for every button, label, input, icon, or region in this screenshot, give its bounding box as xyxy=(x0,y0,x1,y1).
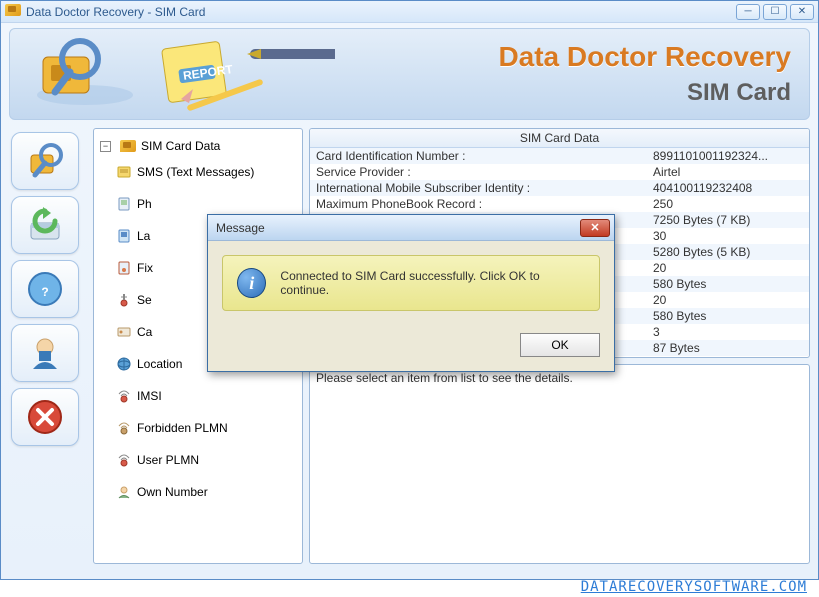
dialog-actions: OK xyxy=(208,325,614,371)
tree-item-label: Location xyxy=(137,357,182,371)
table-value: 250 xyxy=(653,197,803,211)
message-box: i Connected to SIM Card successfully. Cl… xyxy=(222,255,600,311)
brand-subtitle: SIM Card xyxy=(687,79,791,107)
sidebar: ? xyxy=(9,128,87,564)
table-value: Airtel xyxy=(653,165,803,179)
table-value: 3 xyxy=(653,325,803,339)
tree-item-label: Ca xyxy=(137,325,152,339)
tree-item[interactable]: Own Number xyxy=(98,481,298,503)
table-value: 87 Bytes xyxy=(653,341,803,355)
table-value: 404100119232408 xyxy=(653,181,803,195)
app-icon xyxy=(5,4,21,20)
ok-button[interactable]: OK xyxy=(520,333,600,357)
tree-item-icon xyxy=(116,324,132,340)
sidebar-scan-button[interactable] xyxy=(11,132,79,190)
dialog-message: Connected to SIM Card successfully. Clic… xyxy=(280,269,585,297)
tree-item-icon xyxy=(116,356,132,372)
brand-title: Data Doctor Recovery xyxy=(498,41,791,73)
tree-item-icon xyxy=(116,164,132,180)
tree-item[interactable]: Forbidden PLMN xyxy=(98,417,298,439)
table-row: Card Identification Number :899110100119… xyxy=(310,148,809,164)
table-value: 20 xyxy=(653,293,803,307)
tree-item[interactable]: IMSI xyxy=(98,385,298,407)
table-key: Card Identification Number : xyxy=(316,149,653,163)
message-dialog: Message ✕ i Connected to SIM Card succes… xyxy=(207,214,615,372)
detail-panel: Please select an item from list to see t… xyxy=(309,364,810,564)
titlebar: Data Doctor Recovery - SIM Card ─ ☐ ✕ xyxy=(1,1,818,23)
tree-item-label: Forbidden PLMN xyxy=(137,421,228,435)
dialog-titlebar: Message ✕ xyxy=(208,215,614,241)
tree-item-icon xyxy=(116,196,132,212)
tree-item-label: SMS (Text Messages) xyxy=(137,165,254,179)
info-icon: i xyxy=(237,268,266,298)
table-header: SIM Card Data xyxy=(310,129,809,148)
window-title: Data Doctor Recovery - SIM Card xyxy=(26,5,736,19)
tree-item[interactable]: SMS (Text Messages) xyxy=(98,161,298,183)
tree-item-icon xyxy=(116,260,132,276)
table-value: 5280 Bytes (5 KB) xyxy=(653,245,803,259)
table-row: Service Provider :Airtel xyxy=(310,164,809,180)
header-banner: REPORT Data Doctor Recovery SIM Card xyxy=(9,28,810,120)
dialog-title: Message xyxy=(212,221,580,235)
table-row: Maximum PhoneBook Record :250 xyxy=(310,196,809,212)
tree-item-icon xyxy=(116,484,132,500)
tree-item-label: IMSI xyxy=(137,389,162,403)
table-key: Service Provider : xyxy=(316,165,653,179)
sidebar-recover-button[interactable] xyxy=(11,196,79,254)
tree-item-label: La xyxy=(137,229,150,243)
tree-item-icon xyxy=(116,420,132,436)
close-button[interactable]: ✕ xyxy=(790,4,814,20)
tree-item-label: User PLMN xyxy=(137,453,199,467)
sidebar-help-button[interactable]: ? xyxy=(11,260,79,318)
tree-item-icon xyxy=(116,228,132,244)
tree-item-label: Own Number xyxy=(137,485,208,499)
table-key: Maximum PhoneBook Record : xyxy=(316,197,653,211)
tree-item[interactable]: User PLMN xyxy=(98,449,298,471)
collapse-icon[interactable]: − xyxy=(100,141,111,152)
table-value: 7250 Bytes (7 KB) xyxy=(653,213,803,227)
tree-item[interactable]: Ph xyxy=(98,193,298,215)
tree-item-label: Ph xyxy=(137,197,152,211)
banner-art: REPORT xyxy=(25,37,335,120)
window-controls: ─ ☐ ✕ xyxy=(736,4,814,20)
table-value: 30 xyxy=(653,229,803,243)
table-value: 20 xyxy=(653,261,803,275)
svg-text:?: ? xyxy=(41,285,48,299)
maximize-button[interactable]: ☐ xyxy=(763,4,787,20)
tree-item-icon xyxy=(116,452,132,468)
sidebar-cancel-button[interactable] xyxy=(11,388,79,446)
tree-root[interactable]: − SIM Card Data xyxy=(98,135,298,157)
footer-link[interactable]: DATARECOVERYSOFTWARE.COM xyxy=(581,579,807,595)
tree-item-label: Fix xyxy=(137,261,153,275)
tree-item-icon xyxy=(116,292,132,308)
sim-icon xyxy=(120,138,136,154)
table-key: International Mobile Subscriber Identity… xyxy=(316,181,653,195)
tree-root-label: SIM Card Data xyxy=(141,139,220,153)
table-value: 580 Bytes xyxy=(653,277,803,291)
tree-item-label: Se xyxy=(137,293,152,307)
table-value: 8991101001192324... xyxy=(653,149,803,163)
tree-item-icon xyxy=(116,388,132,404)
detail-placeholder: Please select an item from list to see t… xyxy=(316,371,573,385)
sidebar-user-button[interactable] xyxy=(11,324,79,382)
dialog-close-button[interactable]: ✕ xyxy=(580,219,610,237)
table-value: 580 Bytes xyxy=(653,309,803,323)
dialog-body: i Connected to SIM Card successfully. Cl… xyxy=(208,241,614,325)
minimize-button[interactable]: ─ xyxy=(736,4,760,20)
table-row: International Mobile Subscriber Identity… xyxy=(310,180,809,196)
